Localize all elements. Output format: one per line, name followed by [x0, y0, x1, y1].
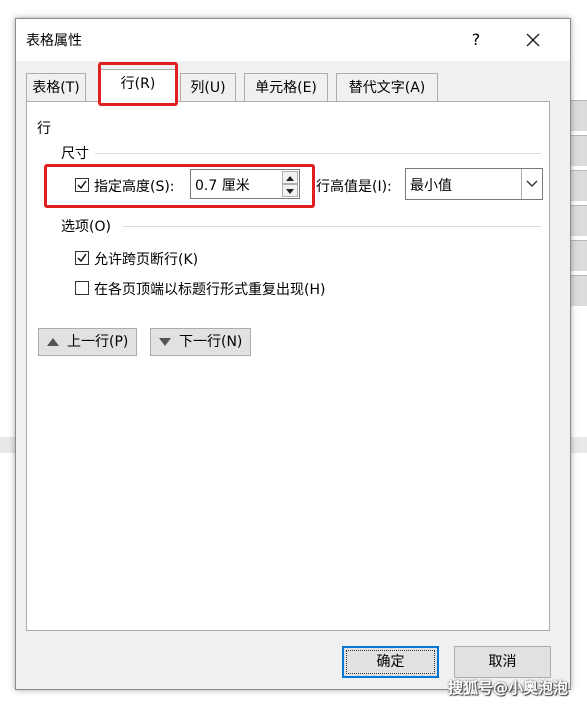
tab-alt-text[interactable]: 替代文字(A)	[336, 73, 438, 101]
allow-break-label: 允许跨页断行(K)	[94, 252, 199, 268]
height-highlight-annotation	[44, 164, 315, 208]
panel-heading: 行	[37, 121, 51, 137]
row-height-is-label: 行高值是(I):	[316, 179, 392, 195]
previous-row-button[interactable]: 上一行(P)	[38, 328, 137, 356]
repeat-header-label: 在各页顶端以标题行形式重复出现(H)	[94, 282, 326, 298]
checkmark-icon	[77, 253, 87, 263]
row-tab-panel: 行 尺寸 指定高度(S): 0.7 厘米 行高值是(I): 最小值 选项(O) …	[26, 101, 550, 631]
close-button[interactable]	[520, 27, 546, 53]
repeat-header-checkbox[interactable]	[75, 281, 89, 295]
close-icon	[526, 33, 540, 47]
size-group-divider	[95, 153, 541, 154]
help-button[interactable]: ?	[464, 28, 488, 52]
ok-button[interactable]: 确定	[342, 646, 439, 678]
tab-cell[interactable]: 单元格(E)	[244, 73, 328, 101]
tab-highlight-annotation	[98, 62, 178, 106]
triangle-down-icon	[159, 338, 171, 346]
tab-table[interactable]: 表格(T)	[26, 73, 86, 101]
next-row-button[interactable]: 下一行(N)	[150, 328, 251, 356]
allow-break-checkbox[interactable]	[75, 251, 89, 265]
table-properties-dialog: 表格属性 ? 表格(T) 行(R) 列(U) 单元格(E) 替代文字(A) 行 …	[15, 18, 571, 690]
cancel-button[interactable]: 取消	[454, 646, 551, 678]
size-group-label: 尺寸	[61, 146, 89, 162]
previous-row-label: 上一行(P)	[67, 334, 129, 350]
select-arrow[interactable]	[521, 169, 542, 199]
tab-column[interactable]: 列(U)	[180, 73, 236, 101]
chevron-down-icon	[526, 180, 538, 187]
options-group-label: 选项(O)	[61, 219, 111, 235]
dialog-title: 表格属性	[26, 33, 82, 49]
triangle-up-icon	[47, 338, 59, 346]
row-height-mode-value: 最小值	[410, 178, 452, 194]
title-bar: 表格属性 ?	[16, 19, 570, 61]
next-row-label: 下一行(N)	[179, 334, 243, 350]
watermark: 搜狐号@小奥泡泡	[448, 679, 569, 697]
options-group-divider	[123, 226, 541, 227]
row-height-mode-select[interactable]: 最小值	[405, 168, 543, 200]
